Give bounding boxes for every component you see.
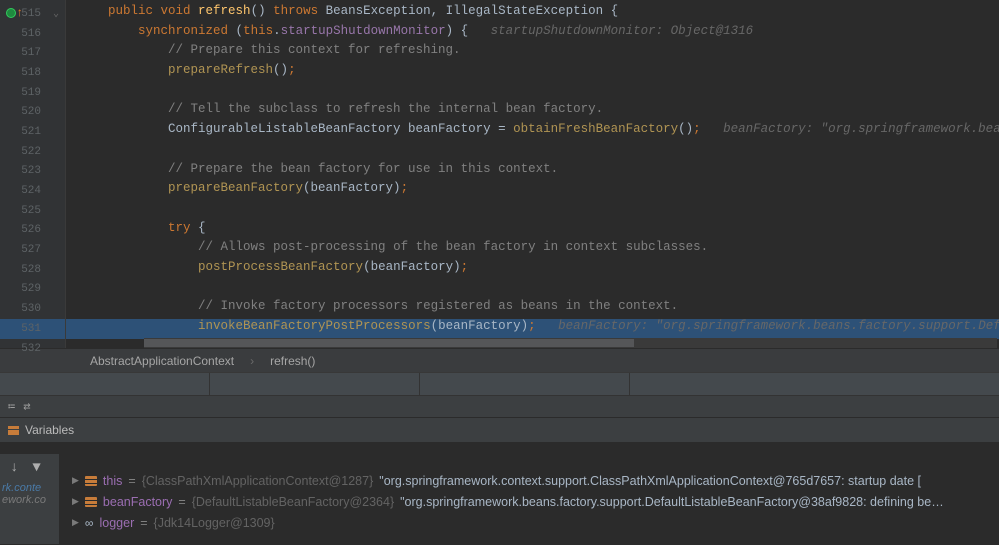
code-line[interactable]: prepareRefresh(); xyxy=(66,63,999,83)
code-line-current[interactable]: invokeBeanFactoryPostProcessors(beanFact… xyxy=(66,319,999,339)
layout-icon[interactable]: ≔ xyxy=(8,399,15,414)
line-num[interactable]: 524 xyxy=(0,181,65,201)
object-icon xyxy=(85,497,97,507)
expand-arrow-icon[interactable]: ▶ xyxy=(72,517,79,528)
line-num[interactable]: 521 xyxy=(0,122,65,142)
line-num[interactable]: 525 xyxy=(0,201,65,221)
crumb-method[interactable]: refresh() xyxy=(270,354,315,368)
line-num[interactable]: 532 xyxy=(0,339,65,359)
line-num[interactable]: 529 xyxy=(0,280,65,300)
code-line[interactable]: // Invoke factory processors registered … xyxy=(66,299,999,319)
variables-icon xyxy=(8,426,19,435)
line-num[interactable]: 518 xyxy=(0,63,65,83)
expand-arrow-icon[interactable]: ▶ xyxy=(72,496,79,507)
breadcrumb: AbstractApplicationContext › refresh() xyxy=(0,348,999,372)
horizontal-scrollbar[interactable] xyxy=(144,338,997,348)
code-line[interactable]: prepareBeanFactory(beanFactory); xyxy=(66,181,999,201)
code-line[interactable]: ConfigurableListableBeanFactory beanFact… xyxy=(66,122,999,142)
inline-debug-hint: beanFactory: "org.springframework.beans.… xyxy=(701,122,999,136)
tab[interactable] xyxy=(0,373,210,395)
code-line[interactable] xyxy=(66,280,999,300)
line-num[interactable]: 519 xyxy=(0,83,65,103)
code-line[interactable]: synchronized (this.startupShutdownMonito… xyxy=(66,24,999,44)
object-icon xyxy=(85,476,97,486)
code-line[interactable]: postProcessBeanFactory(beanFactory); xyxy=(66,260,999,280)
line-num[interactable]: 517 xyxy=(0,43,65,63)
settings-icon[interactable]: ⇄ xyxy=(23,399,30,414)
gutter: ↑ 515⌄ 516 517 518 519 520 521 522 523 5… xyxy=(0,0,66,348)
line-num[interactable]: 531 xyxy=(0,319,65,339)
variables-list: ▶ this = {ClassPathXmlApplicationContext… xyxy=(64,470,999,533)
line-num[interactable]: 528 xyxy=(0,260,65,280)
code-line[interactable]: // Tell the subclass to refresh the inte… xyxy=(66,102,999,122)
crumb-class[interactable]: AbstractApplicationContext xyxy=(90,354,234,368)
inline-debug-hint: startupShutdownMonitor: Object@1316 xyxy=(468,24,753,38)
thread-label: ework.co xyxy=(0,494,59,506)
debug-left-rail: ↓ ▼ rk.conte ework.co xyxy=(0,454,60,544)
thread-label: rk.conte xyxy=(0,482,59,494)
chevron-right-icon: › xyxy=(250,354,254,368)
code-line[interactable]: public void refresh() throws BeansExcept… xyxy=(66,4,999,24)
tab[interactable] xyxy=(210,373,420,395)
line-num[interactable]: 530 xyxy=(0,299,65,319)
line-num[interactable]: 527 xyxy=(0,240,65,260)
code-line[interactable]: try { xyxy=(66,221,999,241)
variable-row[interactable]: ▶ ∞ logger = {Jdk14Logger@1309} xyxy=(64,512,999,533)
code-line[interactable]: // Prepare the bean factory for use in t… xyxy=(66,162,999,182)
variables-header[interactable]: Variables xyxy=(0,418,999,442)
code-line[interactable] xyxy=(66,201,999,221)
link-icon: ∞ xyxy=(85,516,94,530)
line-num[interactable]: 520 xyxy=(0,102,65,122)
variables-toolbar: ≔ ⇄ xyxy=(0,396,999,418)
scrollbar-thumb[interactable] xyxy=(144,339,634,347)
frames-tab-strip xyxy=(0,372,999,396)
code-line[interactable]: // Allows post-processing of the bean fa… xyxy=(66,240,999,260)
code-editor: ↑ 515⌄ 516 517 518 519 520 521 522 523 5… xyxy=(0,0,999,348)
expand-arrow-icon[interactable]: ▶ xyxy=(72,475,79,486)
line-num[interactable]: 515⌄ xyxy=(0,4,65,24)
filter-icon[interactable]: ▼ xyxy=(32,460,40,476)
line-num[interactable]: 516 xyxy=(0,24,65,44)
line-num[interactable]: 526 xyxy=(0,221,65,241)
tab[interactable] xyxy=(420,373,630,395)
variable-row[interactable]: ▶ beanFactory = {DefaultListableBeanFact… xyxy=(64,491,999,512)
code-line[interactable]: // Prepare this context for refreshing. xyxy=(66,43,999,63)
code-area[interactable]: public void refresh() throws BeansExcept… xyxy=(66,0,999,348)
variable-row[interactable]: ▶ this = {ClassPathXmlApplicationContext… xyxy=(64,470,999,491)
fold-icon[interactable]: ⌄ xyxy=(53,8,59,20)
step-down-icon[interactable]: ↓ xyxy=(10,460,18,476)
code-line[interactable] xyxy=(66,83,999,103)
inline-debug-hint: beanFactory: "org.springframework.beans.… xyxy=(536,319,999,333)
line-num[interactable]: 523 xyxy=(0,162,65,182)
code-line[interactable] xyxy=(66,142,999,162)
line-num[interactable]: 522 xyxy=(0,142,65,162)
